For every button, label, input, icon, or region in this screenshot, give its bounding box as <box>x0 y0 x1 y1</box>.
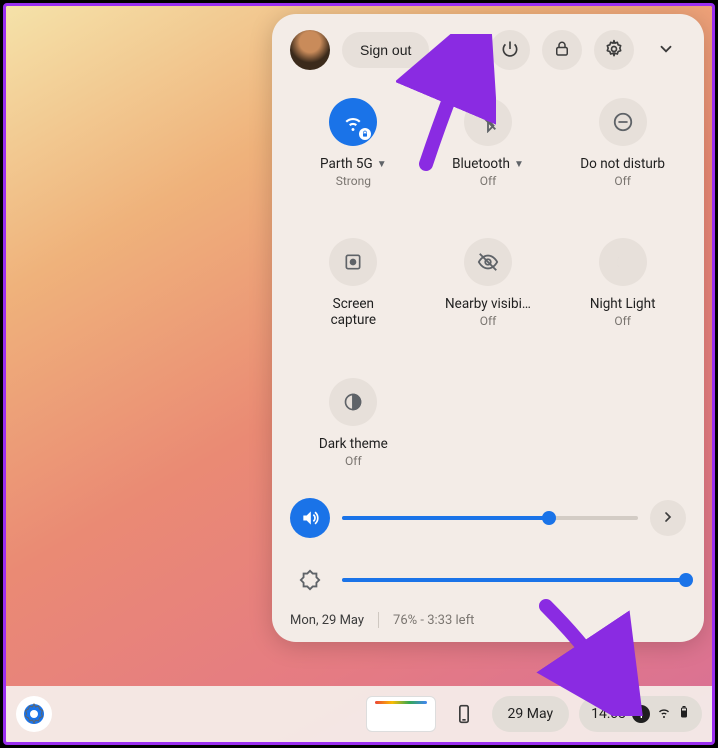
brightness-slider[interactable] <box>342 578 686 582</box>
dnd-icon <box>599 98 647 146</box>
wifi-tile[interactable]: Parth 5G ▼ Strong <box>290 98 417 188</box>
nightlight-icon <box>599 238 647 286</box>
darktheme-tile[interactable]: Dark theme Off <box>290 378 417 468</box>
sliders <box>290 498 686 600</box>
wifi-icon <box>329 98 377 146</box>
panel-footer: Mon, 29 May 76% - 3:33 left <box>290 612 686 628</box>
bluetooth-sub: Off <box>480 174 497 188</box>
visibility-off-icon <box>464 238 512 286</box>
wifi-status-icon <box>656 704 672 724</box>
footer-date: Mon, 29 May <box>290 613 364 628</box>
shelf: 29 May 14:03 1 <box>6 686 712 742</box>
screencap-icon <box>329 238 377 286</box>
collapse-button[interactable] <box>646 30 686 70</box>
wifi-label: Parth 5G <box>320 156 373 172</box>
bluetooth-off-icon <box>464 98 512 146</box>
darktheme-icon <box>329 378 377 426</box>
wifi-sub: Strong <box>336 174 371 188</box>
volume-slider[interactable] <box>342 516 638 520</box>
nearby-tile[interactable]: Nearby visibi… Off <box>425 238 552 328</box>
dnd-sub: Off <box>614 174 631 188</box>
darktheme-label: Dark theme <box>319 436 388 452</box>
shelf-time: 14:03 <box>591 706 626 722</box>
bluetooth-tile[interactable]: Bluetooth ▼ Off <box>425 98 552 188</box>
caret-icon: ▼ <box>377 159 387 170</box>
nightlight-tile[interactable]: Night Light Off <box>559 238 686 328</box>
brightness-row <box>290 560 686 600</box>
brightness-icon[interactable] <box>290 560 330 600</box>
settings-button[interactable] <box>594 30 634 70</box>
tiles-grid: Parth 5G ▼ Strong Bluetooth ▼ Off <box>290 98 686 468</box>
dnd-tile[interactable]: Do not disturb Off <box>559 98 686 188</box>
shelf-window-preview[interactable] <box>366 696 436 732</box>
volume-expand-button[interactable] <box>650 500 686 536</box>
chevron-down-icon <box>657 40 675 61</box>
shelf-phone-hub[interactable] <box>446 696 482 732</box>
panel-header: Sign out <box>290 30 686 70</box>
volume-row <box>290 498 686 538</box>
power-button[interactable] <box>490 30 530 70</box>
shelf-date-pill[interactable]: 29 May <box>492 696 570 732</box>
nightlight-sub: Off <box>614 314 631 328</box>
nearby-sub: Off <box>480 314 497 328</box>
footer-battery[interactable]: 76% - 3:33 left <box>393 613 474 628</box>
shelf-settings-app[interactable] <box>16 696 52 732</box>
avatar[interactable] <box>290 30 330 70</box>
volume-icon[interactable] <box>290 498 330 538</box>
nearby-label: Nearby visibi… <box>445 296 531 312</box>
chevron-right-icon <box>660 509 676 528</box>
quick-settings-panel: Sign out <box>272 14 704 642</box>
lock-icon <box>553 40 571 61</box>
notification-badge: 1 <box>632 705 650 723</box>
shelf-date: 29 May <box>508 706 554 722</box>
power-icon <box>500 39 520 62</box>
screencap-tile[interactable]: Screencapture <box>290 238 417 328</box>
darktheme-sub: Off <box>345 454 362 468</box>
dnd-label: Do not disturb <box>580 156 665 172</box>
footer-separator <box>378 612 379 628</box>
screencap-label: Screencapture <box>331 296 376 328</box>
gear-icon <box>604 39 624 62</box>
sign-out-button[interactable]: Sign out <box>342 32 429 68</box>
bluetooth-label: Bluetooth <box>452 156 510 172</box>
nightlight-label: Night Light <box>590 296 656 312</box>
shelf-status-pill[interactable]: 14:03 1 <box>579 696 702 732</box>
battery-status-icon <box>678 703 690 725</box>
lock-button[interactable] <box>542 30 582 70</box>
caret-icon: ▼ <box>514 159 524 170</box>
